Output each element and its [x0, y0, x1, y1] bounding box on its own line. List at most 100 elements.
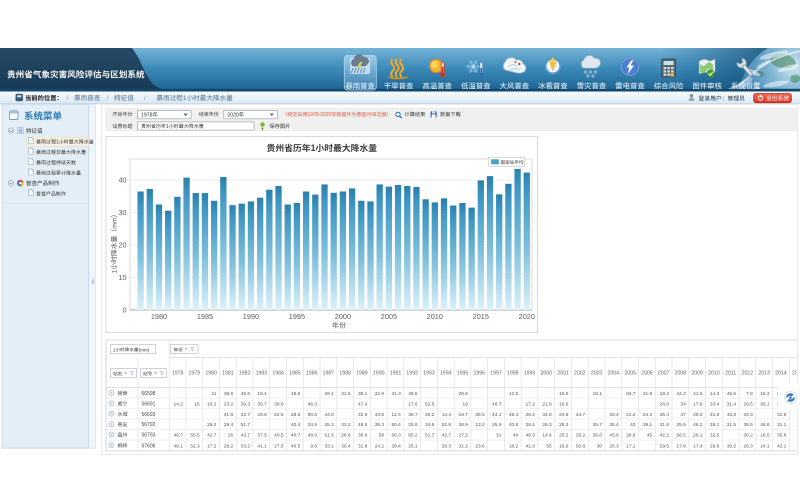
svg-text:56793: 56793	[142, 433, 156, 439]
svg-text:48.7: 48.7	[492, 401, 502, 407]
svg-text:35.3: 35.3	[324, 422, 334, 428]
svg-text:1979: 1979	[189, 371, 201, 377]
svg-text:(mm): (mm)	[139, 347, 150, 352]
svg-text:39.3: 39.3	[375, 422, 385, 428]
svg-text:31.8: 31.8	[358, 443, 368, 449]
svg-text:35.4: 35.4	[609, 422, 619, 428]
svg-text:39.6: 39.6	[274, 401, 284, 407]
svg-text:42.2: 42.2	[660, 433, 670, 439]
svg-text:1987: 1987	[323, 371, 335, 377]
svg-text:31.4: 31.4	[727, 401, 737, 407]
svg-text:1990: 1990	[243, 312, 259, 321]
svg-text:39.1: 39.1	[643, 422, 653, 428]
svg-text:2000: 2000	[541, 371, 553, 377]
svg-text:1981: 1981	[222, 371, 234, 377]
svg-text:1978-2020: 1978-2020	[308, 112, 332, 118]
svg-text:38.7: 38.7	[408, 412, 418, 418]
svg-text:34.3: 34.3	[743, 412, 753, 418]
svg-text:45: 45	[647, 433, 653, 439]
svg-text:28.1: 28.1	[693, 433, 703, 439]
svg-text:35.7: 35.7	[593, 422, 603, 428]
svg-text:26.9: 26.9	[341, 433, 351, 439]
svg-text:15: 15	[194, 401, 200, 407]
svg-text:49.6: 49.6	[358, 422, 368, 428]
svg-text:12.4: 12.4	[391, 412, 401, 418]
svg-text:60.6: 60.6	[308, 412, 318, 418]
svg-text:46: 46	[513, 433, 519, 439]
svg-text:52.8: 52.8	[442, 422, 452, 428]
svg-text:39.3: 39.3	[241, 401, 251, 407]
svg-text:29.1: 29.1	[324, 391, 334, 397]
svg-text:29.6: 29.6	[626, 433, 636, 439]
svg-text:51.7: 51.7	[241, 422, 251, 428]
svg-text:31.5: 31.5	[710, 412, 720, 418]
svg-text:12.5: 12.5	[509, 391, 519, 397]
svg-text:39.4: 39.4	[391, 443, 401, 449]
svg-text:26: 26	[228, 433, 234, 439]
svg-text:18.2: 18.2	[660, 391, 670, 397]
svg-text:33.2: 33.2	[576, 433, 586, 439]
svg-text:29.2: 29.2	[693, 412, 703, 418]
svg-text:56.5: 56.5	[676, 433, 686, 439]
svg-text:55: 55	[546, 443, 552, 449]
svg-text:17.4: 17.4	[693, 443, 703, 449]
svg-text:51.3: 51.3	[190, 443, 200, 449]
svg-text:21.9: 21.9	[643, 391, 653, 397]
svg-text:20.6: 20.6	[459, 391, 469, 397]
svg-text:1990: 1990	[373, 371, 385, 377]
svg-text:27.6: 27.6	[274, 443, 284, 449]
svg-text:32.5: 32.5	[274, 412, 284, 418]
svg-text:31.5: 31.5	[341, 391, 351, 397]
svg-text:1: 1	[183, 95, 187, 102]
svg-text:18.6: 18.6	[559, 401, 569, 407]
svg-text:39.1: 39.1	[358, 391, 368, 397]
svg-text:1: 1	[113, 347, 116, 352]
svg-text:32.5: 32.5	[710, 433, 720, 439]
svg-text:40.8: 40.8	[509, 422, 519, 428]
svg-text:40.3: 40.3	[526, 433, 536, 439]
svg-text:42.7: 42.7	[442, 433, 452, 439]
svg-text:45.8: 45.8	[727, 412, 737, 418]
svg-text:45.4: 45.4	[509, 412, 519, 418]
svg-text:61.5: 61.5	[324, 433, 334, 439]
svg-text:11: 11	[211, 391, 216, 397]
svg-text:36.6: 36.6	[358, 433, 368, 439]
svg-text:40.7: 40.7	[291, 433, 301, 439]
svg-text:17.2: 17.2	[207, 443, 217, 449]
svg-text:44.3: 44.3	[676, 391, 686, 397]
svg-text:2012: 2012	[742, 371, 754, 377]
svg-text:40.5: 40.5	[274, 433, 284, 439]
svg-text:1978: 1978	[172, 371, 184, 377]
svg-text:21.2: 21.2	[626, 412, 636, 418]
svg-text:34.9: 34.9	[308, 422, 318, 428]
svg-text:2006: 2006	[641, 371, 653, 377]
svg-text:14.3: 14.3	[710, 391, 720, 397]
svg-text:38.9: 38.9	[459, 422, 469, 428]
svg-text:19.5: 19.5	[291, 391, 301, 397]
svg-text:35.4: 35.4	[660, 412, 670, 418]
svg-text:41.5: 41.5	[693, 391, 703, 397]
svg-text:38.6: 38.6	[743, 422, 753, 428]
svg-text:29.3: 29.3	[442, 443, 452, 449]
svg-text:46.8: 46.8	[760, 422, 770, 428]
svg-text:31.5: 31.5	[727, 422, 737, 428]
svg-text:35.5: 35.5	[676, 422, 686, 428]
svg-text:29.5: 29.5	[660, 443, 670, 449]
svg-text:43.7: 43.7	[241, 433, 251, 439]
svg-text:2003: 2003	[591, 371, 603, 377]
svg-text:25.9: 25.9	[492, 422, 502, 428]
svg-text:51.7: 51.7	[425, 433, 435, 439]
svg-text:46.2: 46.2	[693, 422, 703, 428]
svg-text:45.6: 45.6	[727, 391, 737, 397]
svg-text:28.1: 28.1	[526, 422, 536, 428]
svg-text:1982: 1982	[239, 371, 251, 377]
svg-text:29.5: 29.5	[743, 401, 753, 407]
svg-text:50.4: 50.4	[391, 422, 401, 428]
svg-text:1999: 1999	[524, 371, 536, 377]
svg-text:40.1: 40.1	[174, 443, 184, 449]
svg-text:49.5: 49.5	[408, 391, 418, 397]
svg-text:29.3: 29.3	[743, 443, 753, 449]
svg-text:46.3: 46.3	[308, 401, 318, 407]
svg-text:2005: 2005	[381, 312, 397, 321]
svg-text:0: 0	[123, 305, 127, 314]
